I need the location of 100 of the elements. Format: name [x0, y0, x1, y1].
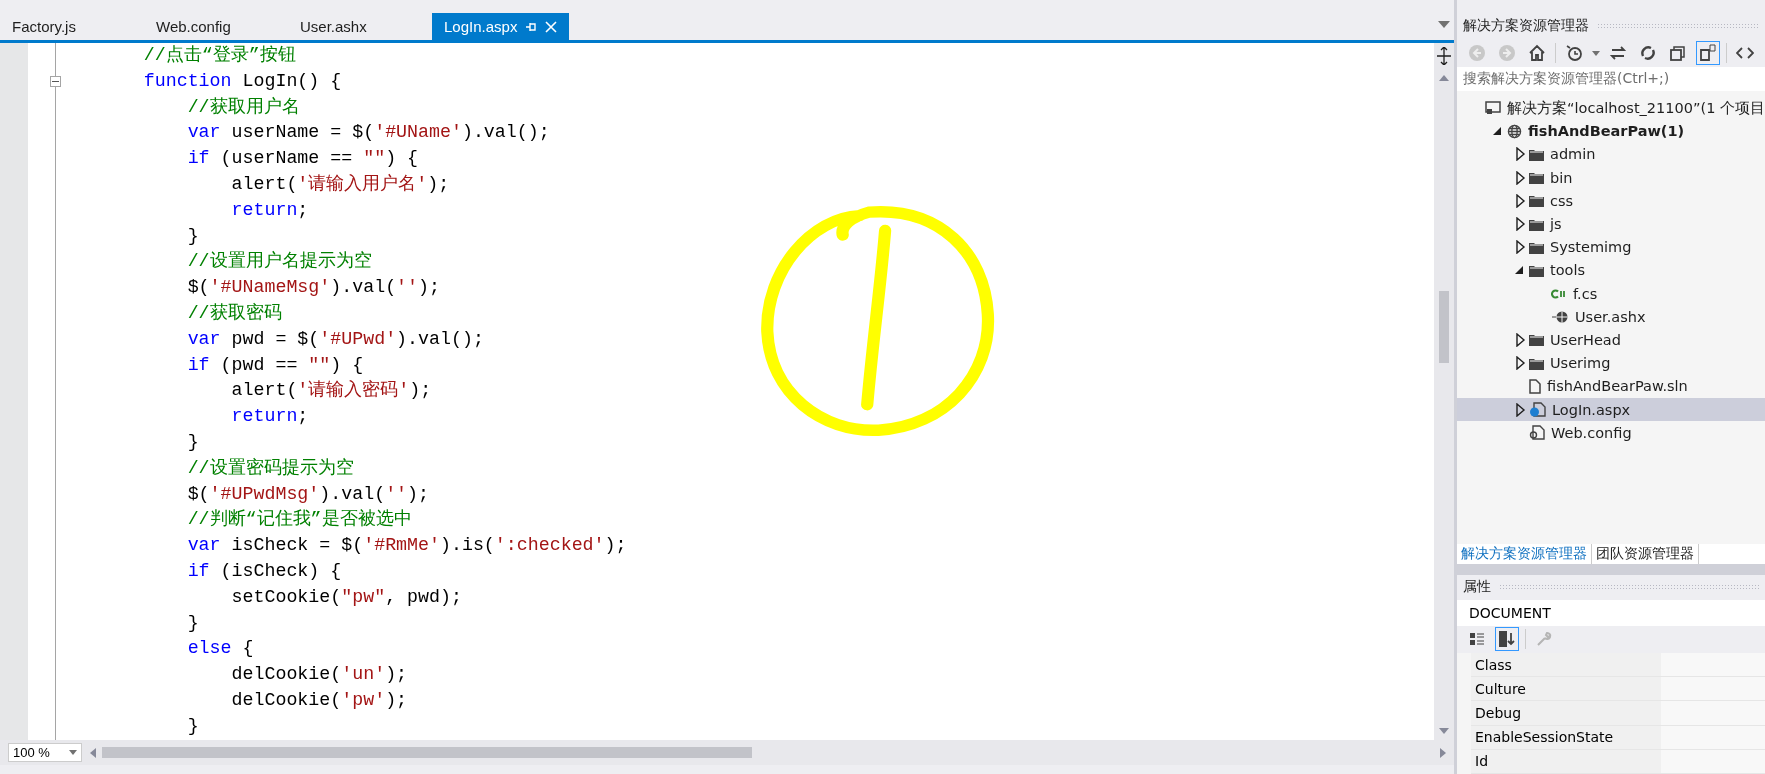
code-line: //获取用户名: [186, 95, 300, 119]
collapsed-arrow-icon: [1513, 217, 1527, 232]
collapsed-arrow-icon: [1513, 333, 1527, 347]
zoom-dropdown[interactable]: 100 %: [8, 743, 82, 762]
code-line: }: [186, 714, 199, 738]
folder-icon: [1529, 240, 1544, 254]
sort-az-icon: [1498, 630, 1516, 649]
collapsed-arrow-icon: [1513, 402, 1527, 417]
scroll-down-icon[interactable]: [1439, 728, 1449, 734]
forward-icon: [1498, 44, 1516, 63]
code-line: setCookie("pw", pwd);: [230, 585, 462, 609]
globe-icon: [1507, 123, 1522, 139]
code-line: var userName = $('#UName').val();: [186, 121, 550, 145]
close-icon[interactable]: [545, 20, 558, 33]
object-selector[interactable]: DOCUMENT: [1457, 600, 1765, 626]
code-line: if (pwd == "") {: [186, 353, 364, 377]
code-brackets-icon: [1736, 46, 1754, 61]
code-line: function LogIn() {: [142, 69, 342, 93]
property-name: Class: [1471, 653, 1661, 677]
tree-item[interactable]: css: [1457, 189, 1765, 213]
tree-item[interactable]: UserHead: [1457, 328, 1765, 352]
files-icon: [1699, 44, 1717, 63]
code-line: return;: [230, 405, 309, 429]
scroll-left-icon[interactable]: [90, 747, 96, 758]
alphabetical-button[interactable]: [1495, 627, 1519, 652]
dropdown-caret-icon[interactable]: [1592, 50, 1600, 56]
tree-item[interactable]: Systemimg: [1457, 235, 1765, 259]
wrench-icon: [1536, 631, 1552, 648]
folder-icon: [1529, 356, 1544, 370]
property-name: Debug: [1471, 701, 1661, 725]
code-line: //判断“记住我”是否被选中: [186, 508, 412, 532]
property-name: Id: [1471, 749, 1661, 773]
collapse-icon[interactable]: [50, 76, 61, 88]
tab-dropdown-icon[interactable]: [1438, 21, 1450, 29]
file-tab[interactable]: Factory.js: [0, 13, 144, 40]
stacked-windows-icon: [1669, 44, 1687, 63]
caret-icon: [69, 750, 77, 755]
tree-item[interactable]: LogIn.aspx: [1457, 397, 1765, 422]
code-line: var isCheck = $('#RmMe').is(':checked');: [186, 534, 627, 558]
tree-item[interactable]: 解决方案“localhost_21100”(1 个项目: [1457, 96, 1765, 120]
code-line: if (userName == "") {: [186, 147, 419, 171]
code-line: //设置用户名提示为空: [186, 250, 372, 274]
tree-item[interactable]: Web.config: [1457, 421, 1765, 445]
collapsed-arrow-icon: [1513, 147, 1527, 162]
scroll-right-icon[interactable]: [1440, 747, 1446, 758]
collapsed-arrow-icon: [1513, 240, 1527, 255]
split-icon[interactable]: [1437, 47, 1451, 65]
tree-item[interactable]: f.cs: [1457, 282, 1765, 306]
refresh-icon: [1639, 44, 1657, 63]
search-field[interactable]: 搜索解决方案资源管理器(Ctrl+;): [1457, 66, 1765, 91]
code-line: else {: [186, 637, 254, 661]
clock-icon: [1565, 44, 1583, 63]
folder-icon: [1529, 171, 1544, 185]
code-line: //点击“登录”按钮: [142, 44, 296, 67]
panel-title: 解决方案资源管理器: [1463, 16, 1589, 35]
code-line: delCookie('un');: [230, 663, 408, 687]
tree-item[interactable]: bin: [1457, 166, 1765, 190]
collapsed-arrow-icon: [1513, 193, 1527, 208]
tree-item[interactable]: Userimg: [1457, 351, 1765, 375]
code-line: alert('请输入用户名');: [230, 173, 450, 196]
show-all-files-button[interactable]: [1696, 41, 1720, 66]
scrollbar-thumb[interactable]: [102, 747, 752, 758]
categorized-list-icon: [1469, 631, 1485, 648]
code-line: if (isCheck) {: [186, 559, 342, 583]
code-line: }: [186, 430, 199, 454]
folder-icon: [1529, 148, 1544, 161]
scrollbar-thumb[interactable]: [1439, 291, 1449, 363]
folder-icon: [1529, 194, 1544, 208]
tree-item[interactable]: fishAndBearPaw(1): [1457, 119, 1765, 143]
back-icon: [1468, 44, 1486, 63]
folder-icon: [1529, 333, 1544, 347]
code-line: var pwd = $('#UPwd').val();: [186, 327, 484, 351]
tree-item[interactable]: js: [1457, 212, 1765, 236]
tree-item[interactable]: User.ashx: [1457, 305, 1765, 329]
folder-icon: [1529, 217, 1544, 231]
panel-tab[interactable]: 团队资源管理器: [1592, 543, 1699, 564]
file-tab[interactable]: LogIn.aspx: [432, 13, 570, 40]
scroll-up-icon[interactable]: [1439, 75, 1449, 81]
document-icon: [1529, 378, 1541, 394]
pin-icon: [525, 20, 538, 33]
property-name: Culture: [1471, 677, 1661, 701]
tree-item[interactable]: fishAndBearPaw.sln: [1457, 374, 1765, 398]
tree-item[interactable]: admin: [1457, 142, 1765, 167]
file-tab[interactable]: User.ashx: [288, 13, 432, 40]
file-tab[interactable]: Web.config: [144, 13, 288, 40]
code-line: alert('请输入密码');: [230, 379, 432, 403]
collapsed-arrow-icon: [1513, 356, 1527, 371]
code-line: return;: [230, 198, 309, 222]
home-icon: [1528, 44, 1546, 63]
handler-file-icon: [1551, 309, 1569, 324]
code-line: }: [186, 611, 199, 635]
csharp-file-icon: [1551, 287, 1567, 300]
panel-tab[interactable]: 解决方案资源管理器: [1457, 543, 1592, 564]
code-line: $('#UPwdMsg').val('');: [186, 482, 430, 506]
config-file-icon: [1529, 425, 1545, 441]
code-line: $('#UNameMsg').val('');: [186, 276, 440, 300]
code-line: //设置密码提示为空: [186, 456, 354, 480]
property-name: EnableSessionState: [1471, 725, 1661, 749]
tree-item[interactable]: tools: [1457, 258, 1765, 282]
panel-title: 属性: [1463, 578, 1491, 597]
